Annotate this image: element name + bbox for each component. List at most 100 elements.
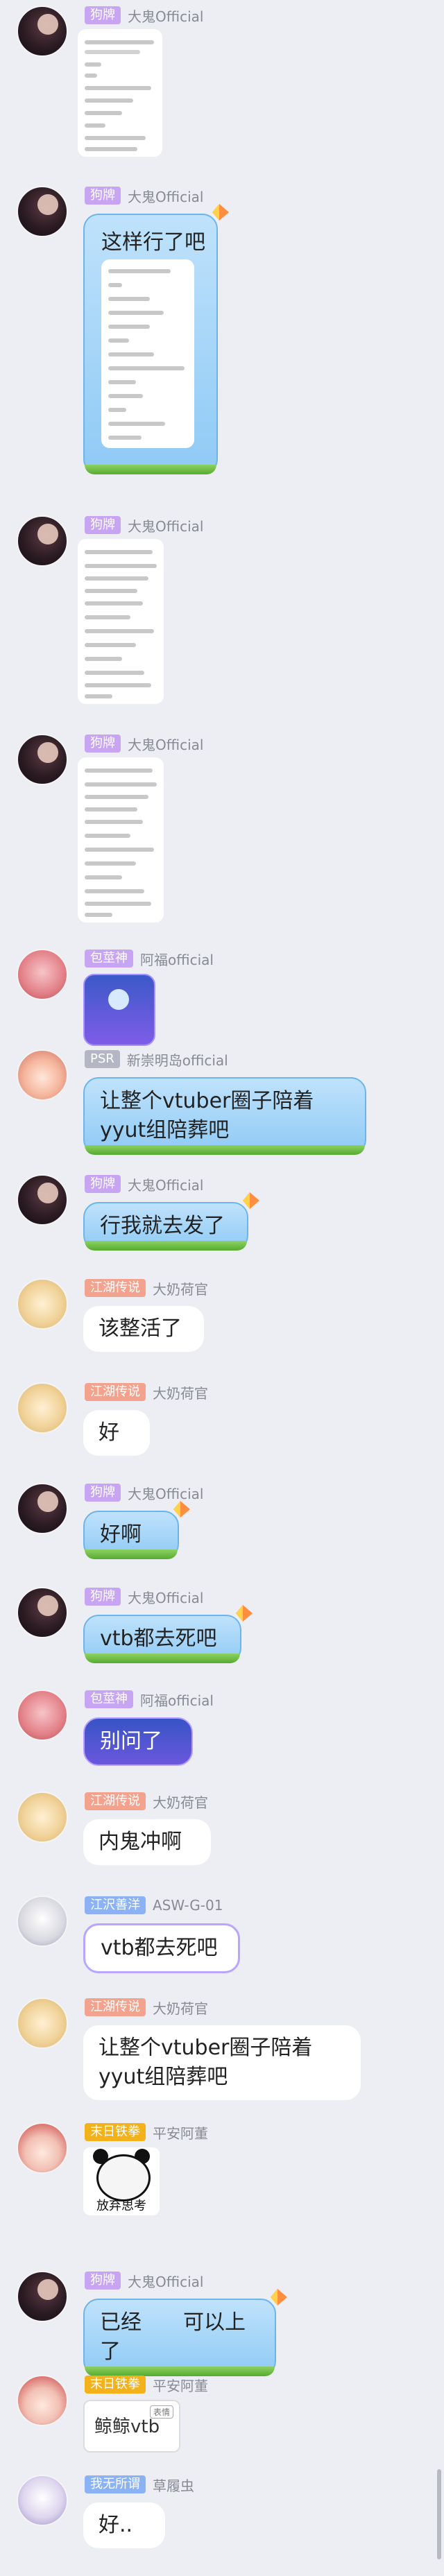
- message-header: 包莖神 阿福official: [85, 1690, 214, 1709]
- sticker-tag: 表情: [149, 2405, 173, 2419]
- avatar[interactable]: [17, 1690, 68, 1741]
- user-name[interactable]: 平安阿董: [153, 2375, 208, 2395]
- user-name[interactable]: 新崇明岛official: [127, 1049, 228, 1070]
- kite-icon: [271, 2289, 287, 2305]
- avatar[interactable]: [17, 1174, 68, 1226]
- kite-icon: [173, 1501, 190, 1518]
- user-badge: PSR: [85, 1050, 120, 1068]
- sticker-image[interactable]: 鲸鲸vtb 表情: [83, 2400, 180, 2453]
- avatar[interactable]: [17, 1587, 68, 1638]
- avatar[interactable]: [17, 1278, 68, 1330]
- message-bubble[interactable]: 行我就去发了: [83, 1192, 259, 1251]
- panda-meme-image[interactable]: 放弃思考: [83, 2147, 160, 2215]
- user-name[interactable]: 大鬼Official: [128, 734, 203, 754]
- user-badge: 包莖神: [85, 1690, 133, 1708]
- avatar[interactable]: [17, 515, 68, 567]
- message-text: 别问了: [100, 1729, 162, 1753]
- message-text: 这样行了吧: [101, 230, 205, 255]
- message-bubble[interactable]: 别问了: [83, 1717, 193, 1766]
- user-badge: 狗牌: [85, 2272, 121, 2290]
- message-text: vtb都去死吧: [101, 1936, 218, 1960]
- kite-icon: [236, 1605, 253, 1622]
- user-badge: 末日铁拳: [85, 2376, 146, 2394]
- avatar[interactable]: [17, 2122, 68, 2174]
- message-header: 狗牌 大鬼Official: [85, 2271, 203, 2290]
- avatar[interactable]: [17, 949, 68, 1000]
- document-image[interactable]: [101, 259, 194, 448]
- user-name[interactable]: ASW-G-01: [153, 1897, 223, 1914]
- grass-decoration: [85, 1549, 178, 1559]
- user-badge: 狗牌: [85, 516, 121, 534]
- user-name[interactable]: 大鬼Official: [128, 1174, 203, 1194]
- grass-decoration: [85, 465, 216, 474]
- user-name[interactable]: 大奶荷官: [153, 1382, 208, 1402]
- user-name[interactable]: 平安阿董: [153, 2122, 208, 2143]
- message-header: 狗牌 大鬼Official: [85, 1587, 203, 1606]
- user-name[interactable]: 大鬼Official: [128, 6, 203, 26]
- avatar[interactable]: [17, 2475, 68, 2526]
- avatar[interactable]: [17, 2375, 68, 2426]
- avatar[interactable]: [17, 1896, 68, 1947]
- message-header: 江沢善洋 ASW-G-01: [85, 1896, 223, 1915]
- message-bubble[interactable]: 已经 可以上了: [83, 2289, 287, 2376]
- user-name[interactable]: 大鬼Official: [128, 1483, 203, 1503]
- message-bubble[interactable]: 这样行了吧: [83, 204, 229, 474]
- avatar[interactable]: [17, 6, 68, 57]
- document-image[interactable]: [78, 29, 162, 157]
- avatar[interactable]: [17, 1792, 68, 1843]
- message-text: 内鬼冲啊: [99, 1830, 182, 1854]
- user-badge: 狗牌: [85, 187, 121, 205]
- kite-icon: [243, 1192, 259, 1209]
- user-name[interactable]: 阿福official: [140, 949, 214, 969]
- avatar[interactable]: [17, 2271, 68, 2322]
- user-name[interactable]: 大鬼Official: [128, 515, 203, 535]
- user-badge: 江湖传说: [85, 1383, 146, 1401]
- message-text: 已经 可以上了: [100, 2310, 246, 2364]
- message-text: 该整活了: [99, 1316, 182, 1341]
- grass-decoration: [85, 1145, 365, 1155]
- sticker-image[interactable]: [83, 974, 155, 1046]
- user-badge: 狗牌: [85, 6, 121, 24]
- message-bubble[interactable]: 好啊: [83, 1501, 190, 1559]
- message-bubble[interactable]: vtb都去死吧: [83, 1923, 240, 1973]
- avatar[interactable]: [17, 1998, 68, 2049]
- avatar[interactable]: [17, 186, 68, 237]
- message-header: 狗牌 大鬼Official: [85, 734, 203, 753]
- user-name[interactable]: 大鬼Official: [128, 2271, 203, 2291]
- message-header: 包莖神 阿福official: [85, 949, 214, 968]
- message-bubble[interactable]: 内鬼冲啊: [83, 1819, 211, 1865]
- message-header: 狗牌 大鬼Official: [85, 186, 203, 205]
- user-name[interactable]: 阿福official: [140, 1690, 214, 1710]
- message-bubble[interactable]: 该整活了: [83, 1306, 204, 1352]
- message-header: 狗牌 大鬼Official: [85, 1174, 203, 1194]
- user-badge: 狗牌: [85, 1484, 121, 1502]
- user-badge: 江湖传说: [85, 1998, 146, 2016]
- user-name[interactable]: 大奶荷官: [153, 1998, 208, 2018]
- message-bubble[interactable]: 让整个vtuber圈子陪着yyut组陪葬吧: [83, 2025, 361, 2100]
- message-bubble[interactable]: vtb都去死吧: [83, 1605, 253, 1663]
- avatar[interactable]: [17, 1483, 68, 1534]
- document-image[interactable]: [78, 539, 164, 704]
- user-name[interactable]: 大奶荷官: [153, 1278, 208, 1298]
- scrollbar[interactable]: [437, 2469, 441, 2559]
- message-bubble[interactable]: 好..: [83, 2502, 165, 2548]
- message-header: 江湖传说 大奶荷官: [85, 1792, 208, 1811]
- avatar[interactable]: [17, 1049, 68, 1101]
- avatar[interactable]: [17, 734, 68, 785]
- user-badge: 江湖传说: [85, 1792, 146, 1810]
- user-name[interactable]: 大鬼Official: [128, 186, 203, 206]
- document-image[interactable]: [78, 757, 164, 922]
- user-name[interactable]: 大鬼Official: [128, 1587, 203, 1607]
- user-name[interactable]: 大奶荷官: [153, 1792, 208, 1812]
- message-header: 末日铁拳 平安阿董: [85, 2122, 208, 2142]
- user-badge: 狗牌: [85, 1175, 121, 1193]
- avatar[interactable]: [17, 1382, 68, 1434]
- message-header: PSR 新崇明岛official: [85, 1049, 228, 1069]
- message-text: 好啊: [100, 1522, 142, 1547]
- message-bubble[interactable]: 让整个vtuber圈子陪着yyut组陪葬吧: [83, 1077, 366, 1155]
- message-header: 江湖传说 大奶荷官: [85, 1998, 208, 2017]
- message-header: 江湖传说 大奶荷官: [85, 1278, 208, 1298]
- message-header: 江湖传说 大奶荷官: [85, 1382, 208, 1402]
- user-name[interactable]: 草履虫: [153, 2475, 194, 2495]
- message-bubble[interactable]: 好: [83, 1410, 150, 1456]
